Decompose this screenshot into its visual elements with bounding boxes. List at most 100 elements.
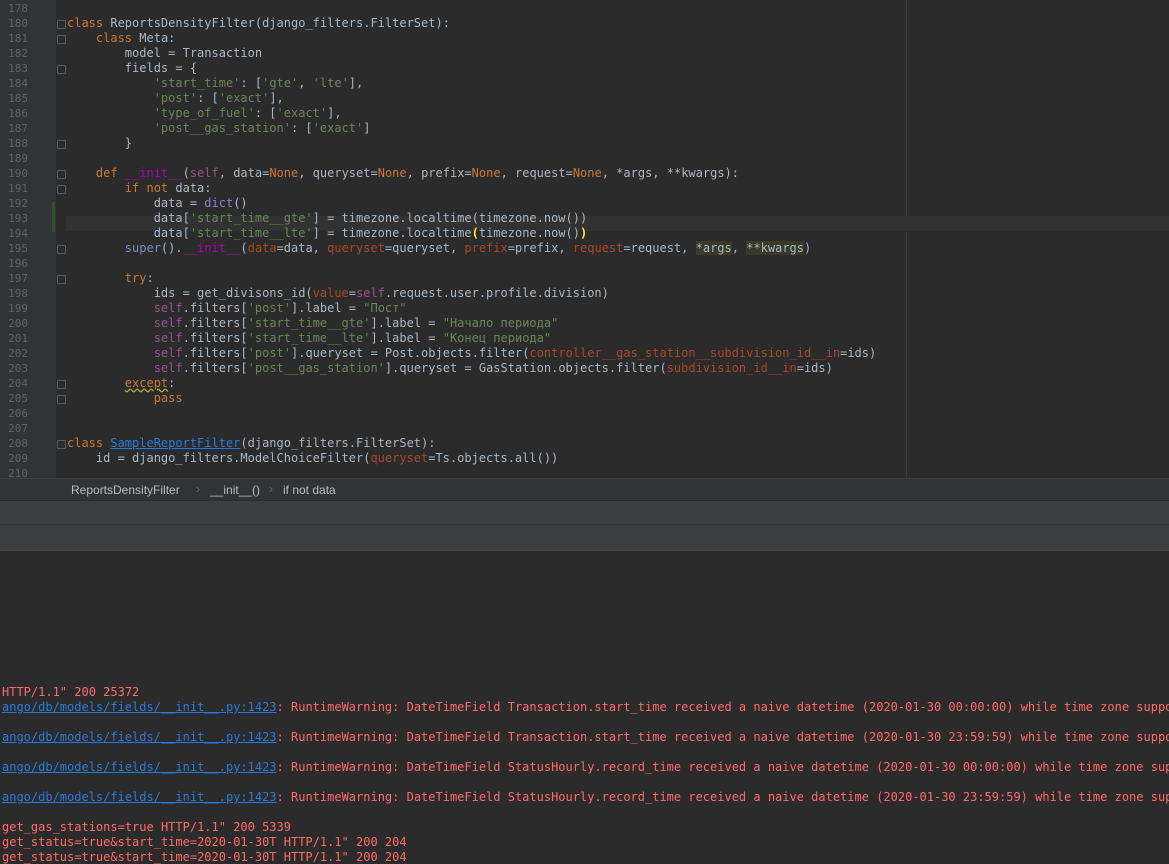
code-line: 198 ids = get_divisons_id(value=self.req… [0, 286, 1169, 301]
console-line: ango/db/models/fields/__init__.py:1423: … [2, 760, 1169, 775]
code-text: if not data: [124, 181, 212, 195]
console-line: get_status=true&start_time=2020-01-30T H… [2, 850, 407, 864]
code-text: except: [124, 376, 176, 390]
line-number: 194 [8, 227, 28, 240]
code-line: 201 self.filters['start_time__lte'].labe… [0, 331, 1169, 346]
fold-marker-icon[interactable] [57, 380, 66, 389]
console-line: ango/db/models/fields/__init__.py:1423: … [2, 700, 1169, 715]
console-line: HTTP/1.1" 200 25372 [2, 685, 139, 700]
console-text: : RuntimeWarning: DateTimeField StatusHo… [276, 790, 1169, 804]
console-text: get_status=true&start_time=2020-01-30T H… [2, 835, 407, 849]
code-text: self.filters['start_time__gte'].label = … [153, 316, 559, 330]
code-text: data['start_time__gte'] = timezone.local… [67, 211, 588, 225]
source-file-link[interactable]: ango/db/models/fields/__init__.py:1423 [2, 790, 277, 804]
source-file-link[interactable]: ango/db/models/fields/__init__.py:1423 [2, 760, 277, 774]
line-number: 195 [8, 242, 28, 255]
code-text: self.filters['post'].label = "Пост" [153, 301, 407, 315]
console-text: : RuntimeWarning: DateTimeField StatusHo… [276, 760, 1169, 774]
breadcrumb-item-class[interactable]: ReportsDensityFilter [71, 483, 180, 497]
code-text: class ReportsDensityFilter(django_filter… [67, 16, 450, 30]
line-number: 200 [8, 317, 28, 330]
code-line: 184 'start_time': ['gte', 'lte'], [0, 76, 1169, 91]
code-text: pass [153, 391, 183, 405]
source-file-link[interactable]: ango/db/models/fields/__init__.py:1423 [2, 730, 277, 744]
breadcrumb-separator: › [269, 482, 273, 496]
code-text: self.filters['post__gas_station'].querys… [153, 361, 833, 375]
code-line: 180 class ReportsDensityFilter(django_fil… [0, 16, 1169, 31]
line-number: 184 [8, 77, 28, 90]
code-text: model = Transaction [67, 46, 263, 60]
fold-marker-icon[interactable] [57, 20, 66, 29]
breadcrumb-item-block[interactable]: if not data [283, 483, 336, 497]
code-line: 182 model = Transaction [0, 46, 1169, 61]
console-text: : RuntimeWarning: DateTimeField Transact… [276, 700, 1169, 714]
code-line: 199 self.filters['post'].label = "Пост" [0, 301, 1169, 316]
line-number: 203 [8, 362, 28, 375]
fold-marker-icon[interactable] [57, 35, 66, 44]
console-text: : RuntimeWarning: DateTimeField Transact… [276, 730, 1169, 744]
console-line: ango/db/models/fields/__init__.py:1423: … [2, 730, 1169, 745]
code-line: 185 'post': ['exact'], [0, 91, 1169, 106]
code-line: 202 self.filters['post'].queryset = Post… [0, 346, 1169, 361]
fold-marker-icon[interactable] [57, 170, 66, 179]
fold-marker-icon[interactable] [57, 275, 66, 284]
line-number: 206 [8, 407, 28, 420]
code-line: 190 def __init__(self, data=None, querys… [0, 166, 1169, 181]
code-text: data['start_time__lte'] = timezone.local… [67, 226, 588, 240]
console-text: get_status=true&start_time=2020-01-30T H… [2, 850, 407, 864]
breadcrumb-item-method[interactable]: __init__() [210, 483, 260, 497]
line-number: 204 [8, 377, 28, 390]
code-line: 194 data['start_time__lte'] = timezone.l… [0, 226, 1169, 241]
code-line: 209 id = django_filters.ModelChoiceFilte… [0, 451, 1169, 466]
line-number: 198 [8, 287, 28, 300]
breadcrumb: ReportsDensityFilter › __init__() › if n… [0, 478, 1169, 501]
code-line: 203 self.filters['post__gas_station'].qu… [0, 361, 1169, 376]
code-line: 208 class SampleReportFilter(django_filte… [0, 436, 1169, 451]
line-number: 192 [8, 197, 28, 210]
line-number: 202 [8, 347, 28, 360]
code-line: 187 'post__gas_station': ['exact'] [0, 121, 1169, 136]
line-number: 208 [8, 437, 28, 450]
code-line: 197 try: [0, 271, 1169, 286]
line-number: 185 [8, 92, 28, 105]
line-number: 210 [8, 467, 28, 478]
code-text: try: [124, 271, 154, 285]
source-file-link[interactable]: ango/db/models/fields/__init__.py:1423 [2, 700, 277, 714]
code-line: 178 [0, 1, 1169, 16]
code-line: 186 'type_of_fuel': ['exact'], [0, 106, 1169, 121]
code-line: 193 data['start_time__gte'] = timezone.l… [0, 211, 1169, 226]
code-line: 189 [0, 151, 1169, 166]
line-number: 196 [8, 257, 28, 270]
code-line: 195 super().__init__(data=data, queryset… [0, 241, 1169, 256]
code-text: class Meta: [95, 31, 176, 45]
fold-marker-icon[interactable] [57, 245, 66, 254]
line-number: 183 [8, 62, 28, 75]
code-text: 'type_of_fuel': ['exact'], [153, 106, 342, 120]
code-text: 'post__gas_station': ['exact'] [153, 121, 371, 135]
run-console[interactable]: HTTP/1.1" 200 25372 ango/db/models/fields… [0, 550, 1169, 864]
code-text: self.filters['post'].queryset = Post.obj… [153, 346, 877, 360]
line-number: 187 [8, 122, 28, 135]
console-line: get_gas_stations=true HTTP/1.1" 200 5339 [2, 820, 291, 835]
tool-window-header [0, 500, 1169, 551]
line-number: 191 [8, 182, 28, 195]
line-number: 178 [8, 2, 28, 15]
line-number: 193 [8, 212, 28, 225]
fold-marker-icon[interactable] [57, 65, 66, 74]
code-editor[interactable]: 178 180 class ReportsDensityFilter(django_… [0, 0, 1169, 478]
code-text: 'post': ['exact'], [153, 91, 284, 105]
fold-marker-icon[interactable] [57, 185, 66, 194]
line-number: 201 [8, 332, 28, 345]
fold-marker-icon[interactable] [57, 395, 66, 404]
fold-marker-icon[interactable] [57, 140, 66, 149]
line-number: 182 [8, 47, 28, 60]
code-text: super().__init__(data=data, queryset=que… [124, 241, 812, 255]
code-text: id = django_filters.ModelChoiceFilter(qu… [67, 451, 559, 465]
code-text: 'start_time': ['gte', 'lte'], [153, 76, 364, 90]
line-number: 188 [8, 137, 28, 150]
fold-marker-icon[interactable] [57, 440, 66, 449]
code-line: 196 [0, 256, 1169, 271]
code-text: class SampleReportFilter(django_filters.… [67, 436, 436, 450]
code-line: 183 fields = { [0, 61, 1169, 76]
line-number: 181 [8, 32, 28, 45]
